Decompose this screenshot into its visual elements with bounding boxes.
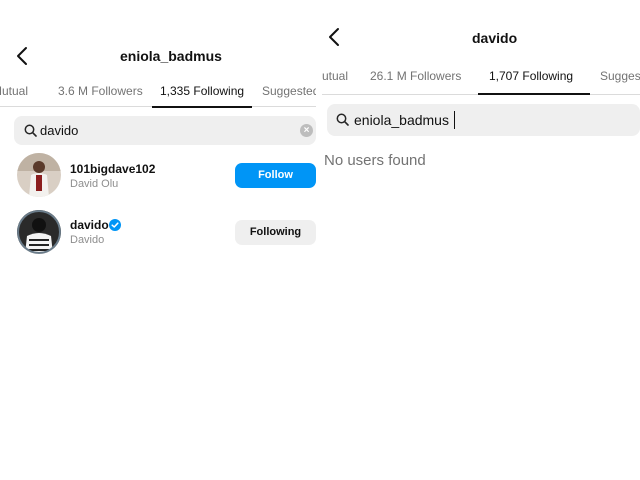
- search-field[interactable]: eniola_badmus: [327, 104, 640, 136]
- tab-mutual[interactable]: Mutual: [0, 84, 28, 98]
- text-caret: [454, 111, 455, 129]
- avatar[interactable]: [17, 210, 61, 254]
- back-button[interactable]: [14, 45, 32, 67]
- tab-suggested[interactable]: Suggested: [600, 69, 640, 83]
- avatar-image: [17, 210, 61, 254]
- profile-title: eniola_badmus: [120, 48, 222, 64]
- left-following-screen: eniola_badmus Mutual 3.6 M Followers 1,3…: [0, 0, 316, 480]
- clear-icon: ×: [303, 125, 310, 136]
- active-tab-indicator: [152, 106, 252, 108]
- follow-button[interactable]: Follow: [235, 163, 316, 188]
- profile-title: davido: [472, 30, 518, 46]
- right-following-screen: davido Mutual 26.1 M Followers 1,707 Fol…: [322, 0, 640, 480]
- user-username[interactable]: 101bigdave102: [70, 162, 155, 176]
- avatar-image: [17, 153, 61, 197]
- search-icon: [24, 124, 37, 137]
- active-tab-indicator: [478, 93, 590, 95]
- back-button[interactable]: [326, 26, 344, 48]
- tab-followers[interactable]: 26.1 M Followers: [370, 69, 461, 83]
- tab-following[interactable]: 1,707 Following: [489, 69, 573, 83]
- search-input[interactable]: davido: [40, 123, 78, 138]
- search-input[interactable]: eniola_badmus: [354, 112, 449, 128]
- tab-mutual[interactable]: Mutual: [322, 69, 348, 83]
- user-fullname: David Olu: [70, 178, 119, 190]
- back-arrow-icon: [329, 28, 339, 46]
- tab-suggested[interactable]: Suggested: [262, 84, 316, 98]
- search-icon: [336, 113, 349, 126]
- avatar[interactable]: [17, 153, 61, 197]
- tab-followers[interactable]: 3.6 M Followers: [58, 84, 143, 98]
- verified-badge-icon: [109, 219, 121, 231]
- tab-following[interactable]: 1,335 Following: [160, 84, 244, 98]
- search-field[interactable]: davido ×: [14, 116, 316, 145]
- clear-search-button[interactable]: ×: [300, 124, 313, 137]
- user-username[interactable]: davido: [70, 218, 109, 232]
- empty-state-message: No users found: [324, 152, 426, 169]
- user-fullname: Davido: [70, 234, 105, 246]
- following-button[interactable]: Following: [235, 220, 316, 245]
- back-arrow-icon: [17, 47, 27, 65]
